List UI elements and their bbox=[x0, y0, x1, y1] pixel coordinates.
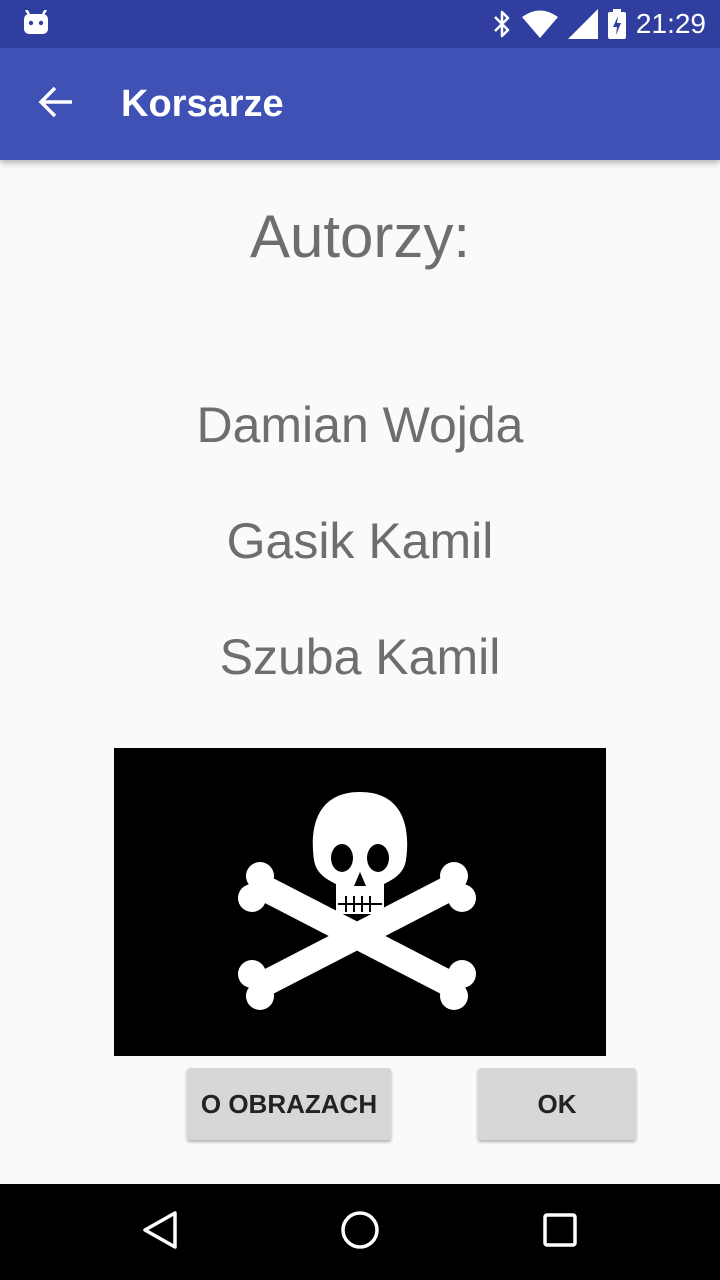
authors-heading: Autorzy: bbox=[249, 203, 471, 270]
status-icons: 21:29 bbox=[482, 0, 706, 48]
author-name: Gasik Kamil bbox=[226, 513, 494, 569]
nav-back-button[interactable] bbox=[128, 1200, 192, 1264]
android-debug-icon bbox=[22, 9, 50, 41]
home-circle-icon bbox=[340, 1210, 380, 1255]
navigation-bar bbox=[0, 1184, 720, 1280]
about-images-button[interactable]: O OBRAZACH bbox=[187, 1068, 391, 1140]
nav-recents-button[interactable] bbox=[528, 1200, 592, 1264]
back-triangle-icon bbox=[141, 1210, 179, 1255]
app-title: Korsarze bbox=[121, 83, 284, 125]
arrow-back-icon bbox=[38, 84, 74, 125]
bluetooth-icon bbox=[492, 9, 512, 39]
author-name: Szuba Kamil bbox=[219, 629, 501, 685]
status-bar: 21:29 bbox=[0, 0, 720, 48]
main-content: Autorzy: Damian Wojda Gasik Kamil Szuba … bbox=[0, 160, 720, 1184]
wifi-icon bbox=[521, 10, 558, 38]
ok-button[interactable]: OK bbox=[478, 1068, 636, 1140]
skull-crossbones-icon bbox=[238, 792, 476, 1010]
recents-square-icon bbox=[542, 1212, 578, 1253]
jolly-roger-flag-image bbox=[114, 748, 606, 1056]
status-time: 21:29 bbox=[635, 8, 706, 39]
signal-icon bbox=[567, 9, 598, 39]
author-name: Damian Wojda bbox=[196, 397, 524, 453]
nav-home-button[interactable] bbox=[328, 1200, 392, 1264]
battery-charging-icon bbox=[607, 9, 626, 39]
app-bar: Korsarze bbox=[0, 48, 720, 160]
back-button[interactable] bbox=[24, 72, 88, 136]
